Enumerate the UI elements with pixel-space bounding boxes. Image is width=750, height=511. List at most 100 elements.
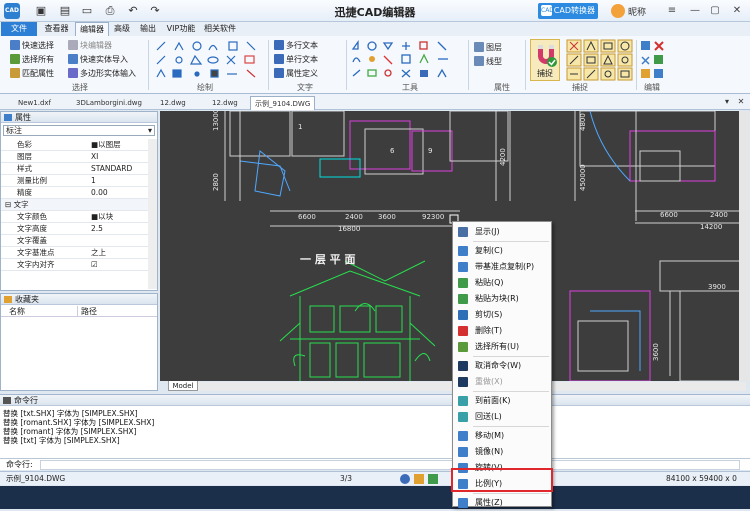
col-path-header[interactable]: 路径 (77, 306, 97, 317)
delete-icon (458, 326, 468, 336)
tab-file[interactable]: 文件 (1, 22, 37, 36)
prop-row[interactable]: 文字覆盖 (1, 235, 148, 247)
tab-viewer[interactable]: 查看器 (40, 22, 73, 36)
block-editor-button[interactable]: 块编辑器 (68, 40, 112, 52)
layer-button[interactable]: 图层 (474, 42, 502, 54)
prop-key: 文字高度 (17, 224, 47, 233)
tab-related[interactable]: 相关软件 (202, 22, 238, 36)
menu-item-select-all[interactable]: 选择所有(U) (453, 339, 551, 355)
select-all-icon (10, 54, 20, 64)
tab-editor[interactable]: 编辑器 (75, 22, 109, 36)
cad-converter-button[interactable]: CAD CAD转换器 (538, 3, 598, 19)
menu-item-label: 粘贴(Q) (475, 278, 504, 287)
doc-tab[interactable]: 12.dwg (160, 96, 186, 110)
edit-tools-icons[interactable] (640, 40, 666, 80)
nickname[interactable]: 昵称 (628, 5, 646, 18)
zoom-icon[interactable] (400, 474, 410, 484)
block-editor-label: 块编辑器 (80, 41, 112, 50)
properties-icon (4, 114, 12, 121)
prop-row[interactable]: 文字高度 2.5 (1, 223, 148, 235)
close-doc-icon[interactable]: ✕ (736, 97, 746, 107)
group-props-label: 属性 (494, 83, 510, 92)
prop-row[interactable]: 文字基准点 之上 (1, 247, 148, 259)
stext-button[interactable]: 单行文本 (274, 54, 318, 66)
import-icon (68, 54, 78, 64)
menu-item-label: 选择所有(U) (475, 342, 520, 351)
save-icon[interactable]: ▣ (34, 4, 48, 18)
prop-row[interactable]: 样式 STANDARD (1, 163, 148, 175)
menu-item-bring-front[interactable]: 到前面(K) (453, 393, 551, 409)
prop-value: XI (91, 152, 99, 161)
model-tab[interactable]: Model (168, 381, 198, 391)
redo-icon[interactable]: ↷ (148, 4, 162, 18)
prop-key: 文字内对齐 (17, 260, 55, 269)
capture-toggle-button[interactable]: 捕捉 (530, 39, 560, 81)
close-icon[interactable]: ✕ (730, 3, 744, 18)
mtext-button[interactable]: 多行文本 (274, 40, 318, 52)
command-input-row[interactable]: 命令行: (0, 458, 750, 470)
doc-tab[interactable]: New1.dxf (18, 96, 51, 110)
quick-solid-import-button[interactable]: 快速实体导入 (68, 54, 128, 66)
prop-section-text[interactable]: ⊟ 文字 (1, 199, 148, 211)
undo-icon[interactable]: ↶ (126, 4, 140, 18)
tab-vip[interactable]: VIP功能 (164, 22, 198, 36)
save-as-icon[interactable]: ▤ (58, 4, 72, 18)
col-name-header[interactable]: 名称 (9, 306, 25, 317)
prop-row[interactable]: 图层 XI (1, 151, 148, 163)
tools-icons[interactable] (350, 39, 462, 80)
menu-separator (473, 493, 549, 494)
menu-item-move[interactable]: 移动(M) (453, 428, 551, 444)
menu-item-paste-block[interactable]: 粘贴为块(R) (453, 291, 551, 307)
properties-type-value: 标注 (6, 126, 22, 135)
dim-label: 4200 (499, 148, 507, 166)
send-back-icon (458, 412, 468, 422)
minimize-icon[interactable]: — (688, 3, 702, 18)
group-select-label: 选择 (72, 83, 88, 92)
favorites-header: 收藏夹 (1, 294, 157, 305)
prop-row[interactable]: 测量比例 1 (1, 175, 148, 187)
menu-item-copy-base[interactable]: 带基准点复制(P) (453, 259, 551, 275)
prop-row[interactable]: 精度 0.00 (1, 187, 148, 199)
doc-tab-active[interactable]: 示例_9104.DWG (250, 96, 316, 110)
menu-item-cut[interactable]: 剪切(S) (453, 307, 551, 323)
snap-modes-icons[interactable] (566, 39, 634, 81)
menu-item-mirror[interactable]: 镜像(N) (453, 444, 551, 460)
grid-status-icon[interactable] (428, 474, 438, 484)
doc-tab[interactable]: 3DLamborgini.dwg (76, 96, 142, 110)
redo-menu-icon (458, 377, 468, 387)
tab-advanced[interactable]: 高级 (111, 22, 133, 36)
command-input[interactable] (40, 460, 740, 470)
menu-item-delete[interactable]: 删除(T) (453, 323, 551, 339)
select-all-button[interactable]: 选择所有 (10, 54, 54, 66)
settings-icon[interactable]: ≡ (665, 3, 679, 18)
quick-select-button[interactable]: 快速选择 (10, 40, 54, 52)
doc-tab[interactable]: 12.dwg (212, 96, 238, 110)
prop-section-title: 文字 (13, 200, 29, 209)
prop-row[interactable]: 文字颜色 ■以块 (1, 211, 148, 223)
menu-item-label: 镜像(N) (475, 447, 504, 456)
draw-tools-icons[interactable] (155, 40, 265, 80)
tab-menu-icon[interactable]: ▾ (722, 97, 732, 107)
room-number: 9 (428, 147, 432, 155)
dim-label: 3900 (708, 283, 726, 291)
menu-item-display[interactable]: 显示(J) (453, 224, 551, 240)
avatar[interactable] (611, 4, 625, 18)
print-icon[interactable]: ⎙ (103, 4, 117, 18)
maximize-icon[interactable]: ▢ (708, 3, 722, 18)
canvas-vscroll[interactable] (739, 111, 749, 381)
open-icon[interactable]: ▭ (80, 4, 94, 18)
properties-type-select[interactable]: 标注 ▾ (3, 125, 155, 136)
prop-row[interactable]: 文字内对齐 ☑ (1, 259, 148, 271)
linetype-button[interactable]: 线型 (474, 56, 502, 68)
match-props-button[interactable]: 匹配属性 (10, 68, 54, 80)
tab-output[interactable]: 输出 (137, 22, 159, 36)
polygon-solid-input-button[interactable]: 多边形实体输入 (68, 68, 136, 80)
menu-item-copy[interactable]: 复制(C) (453, 243, 551, 259)
snap-status-icon[interactable] (414, 474, 424, 484)
properties-scrollbar[interactable] (148, 139, 157, 289)
attdef-button[interactable]: 属性定义 (274, 68, 318, 80)
menu-item-send-back[interactable]: 回送(L) (453, 409, 551, 425)
prop-row[interactable]: 色彩 ■以图层 (1, 139, 148, 151)
menu-item-cancel-cmd[interactable]: 取消命令(W) (453, 358, 551, 374)
menu-item-paste[interactable]: 粘贴(Q) (453, 275, 551, 291)
